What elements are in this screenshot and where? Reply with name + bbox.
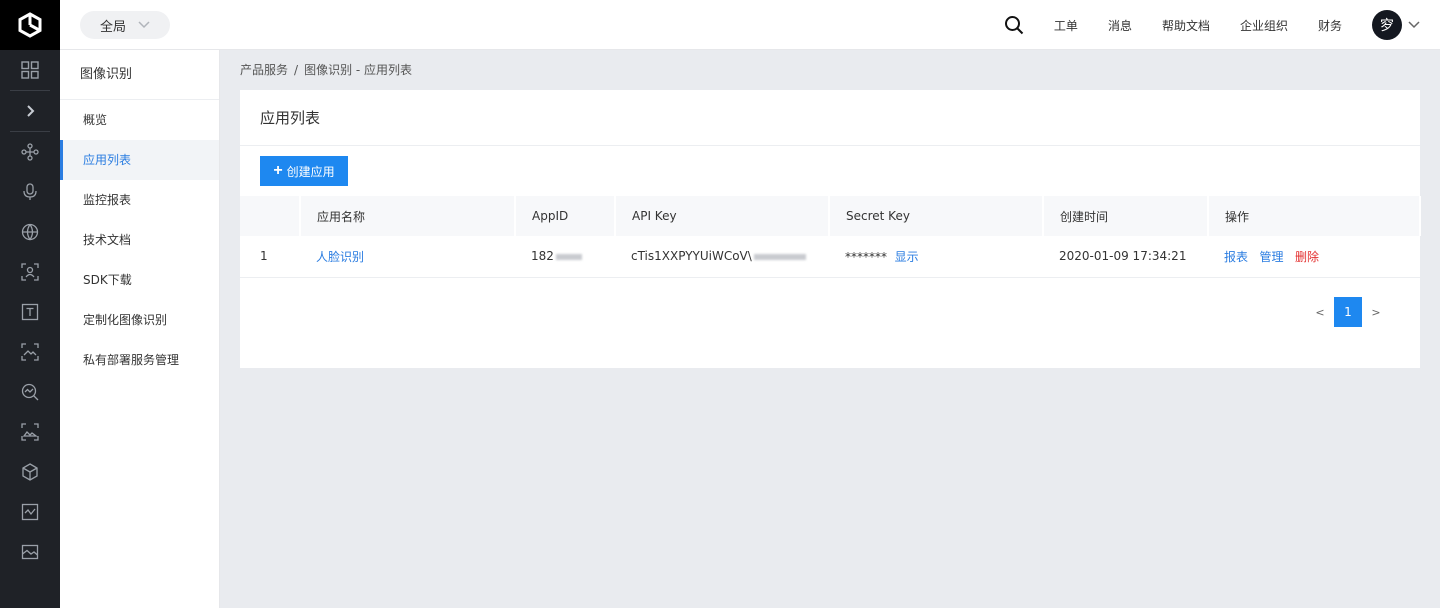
search-icon[interactable] xyxy=(1004,15,1024,35)
redacted-mask xyxy=(555,253,582,260)
menu-item-monitor-report[interactable]: 监控报表 xyxy=(60,180,219,220)
col-header-index xyxy=(240,196,301,236)
col-header-actions: 操作 xyxy=(1208,196,1421,236)
chart-image-icon[interactable] xyxy=(0,492,60,532)
appid-value: 182 xyxy=(531,249,554,264)
globe-icon[interactable] xyxy=(0,212,60,252)
secret-key-value: ******* xyxy=(845,249,887,264)
nav-help-docs[interactable]: 帮助文档 xyxy=(1162,17,1210,34)
cell-api-key: cTis1XXPYYUiWCoV\ xyxy=(615,236,829,278)
col-header-secret-key: Secret Key xyxy=(829,196,1044,236)
delete-link[interactable]: 删除 xyxy=(1295,250,1319,264)
pager-prev-button[interactable]: < xyxy=(1306,306,1334,319)
create-app-label: 创建应用 xyxy=(286,164,335,179)
cell-index: 1 xyxy=(240,236,300,278)
scope-label: 全局 xyxy=(100,19,127,35)
menu-item-sdk-download[interactable]: SDK下载 xyxy=(60,260,219,300)
pager-next-button[interactable]: > xyxy=(1362,306,1390,319)
manage-link[interactable]: 管理 xyxy=(1259,250,1283,264)
chevron-down-icon[interactable] xyxy=(1408,18,1420,32)
col-header-name: 应用名称 xyxy=(300,196,516,236)
nav-organization[interactable]: 企业组织 xyxy=(1240,17,1288,34)
cell-actions: 报表 管理 删除 xyxy=(1208,236,1420,278)
create-app-button[interactable]: + 创建应用 xyxy=(260,156,348,186)
app-list-panel: 应用列表 + 创建应用 应用名称 AppID API Key Secret Ke… xyxy=(240,90,1421,368)
pagination: < 1 > xyxy=(1306,297,1390,327)
show-secret-link[interactable]: 显示 xyxy=(895,250,919,264)
submenu-title: 图像识别 xyxy=(60,50,219,100)
product-submenu: 图像识别 概览 应用列表 监控报表 技术文档 SDK下载 定制化图像识别 私有部… xyxy=(60,50,220,608)
data-insight-icon[interactable] xyxy=(0,372,60,412)
expand-chevron-icon[interactable] xyxy=(0,91,60,131)
table-header-row: 应用名称 AppID API Key Secret Key 创建时间 操作 xyxy=(240,196,1421,236)
col-header-appid: AppID xyxy=(515,196,616,236)
menu-item-app-list[interactable]: 应用列表 xyxy=(60,140,219,180)
breadcrumb-current: 图像识别 - 应用列表 xyxy=(304,63,413,77)
image-scan-icon[interactable] xyxy=(0,412,60,452)
api-key-value: cTis1XXPYYUiWCoV\ xyxy=(631,249,752,264)
app-name-link[interactable]: 人脸识别 xyxy=(316,250,364,264)
face-scan-icon[interactable] xyxy=(0,252,60,292)
cell-app-name: 人脸识别 xyxy=(300,236,515,278)
menu-item-overview[interactable]: 概览 xyxy=(60,100,219,140)
plus-icon: + xyxy=(273,162,283,179)
pager-page-current[interactable]: 1 xyxy=(1334,297,1362,327)
nav-messages[interactable]: 消息 xyxy=(1108,17,1132,34)
cell-secret-key: ******* 显示 xyxy=(829,236,1043,278)
cell-created-time: 2020-01-09 17:34:21 xyxy=(1043,236,1208,278)
page-title: 应用列表 xyxy=(240,90,1420,146)
cube-icon[interactable] xyxy=(0,452,60,492)
scope-selector[interactable]: 全局 xyxy=(80,11,170,39)
nav-ticket[interactable]: 工单 xyxy=(1054,17,1078,34)
top-bar: 全局 工单 消息 帮助文档 企业组织 财务 穸 xyxy=(60,0,1440,50)
table-row: 1 人脸识别 182 cTis1XXPYYUiWCoV\ ******* 显示 … xyxy=(240,236,1420,278)
col-header-created: 创建时间 xyxy=(1043,196,1209,236)
report-link[interactable]: 报表 xyxy=(1224,250,1248,264)
breadcrumb: 产品服务 / 图像识别 - 应用列表 xyxy=(240,61,412,78)
picture-icon[interactable] xyxy=(0,532,60,572)
chevron-down-icon xyxy=(138,18,150,33)
app-table: 应用名称 AppID API Key Secret Key 创建时间 操作 1 … xyxy=(240,196,1421,278)
image-recognition-icon[interactable] xyxy=(0,332,60,372)
col-header-api-key: API Key xyxy=(615,196,830,236)
breadcrumb-root[interactable]: 产品服务 xyxy=(240,63,288,77)
left-rail xyxy=(0,0,60,608)
microphone-icon[interactable] xyxy=(0,172,60,212)
menu-item-tech-docs[interactable]: 技术文档 xyxy=(60,220,219,260)
menu-item-private-deploy[interactable]: 私有部署服务管理 xyxy=(60,340,219,380)
dashboard-grid-icon[interactable] xyxy=(0,50,60,90)
top-nav: 工单 消息 帮助文档 企业组织 财务 穸 xyxy=(1004,0,1440,50)
text-recognition-icon[interactable] xyxy=(0,292,60,332)
network-nodes-icon[interactable] xyxy=(0,132,60,172)
cell-appid: 182 xyxy=(515,236,615,278)
avatar[interactable]: 穸 xyxy=(1372,10,1402,40)
menu-item-custom-recognition[interactable]: 定制化图像识别 xyxy=(60,300,219,340)
breadcrumb-separator: / xyxy=(294,63,299,77)
redacted-mask xyxy=(753,253,806,260)
logo-icon[interactable] xyxy=(0,0,60,50)
nav-finance[interactable]: 财务 xyxy=(1318,17,1342,34)
